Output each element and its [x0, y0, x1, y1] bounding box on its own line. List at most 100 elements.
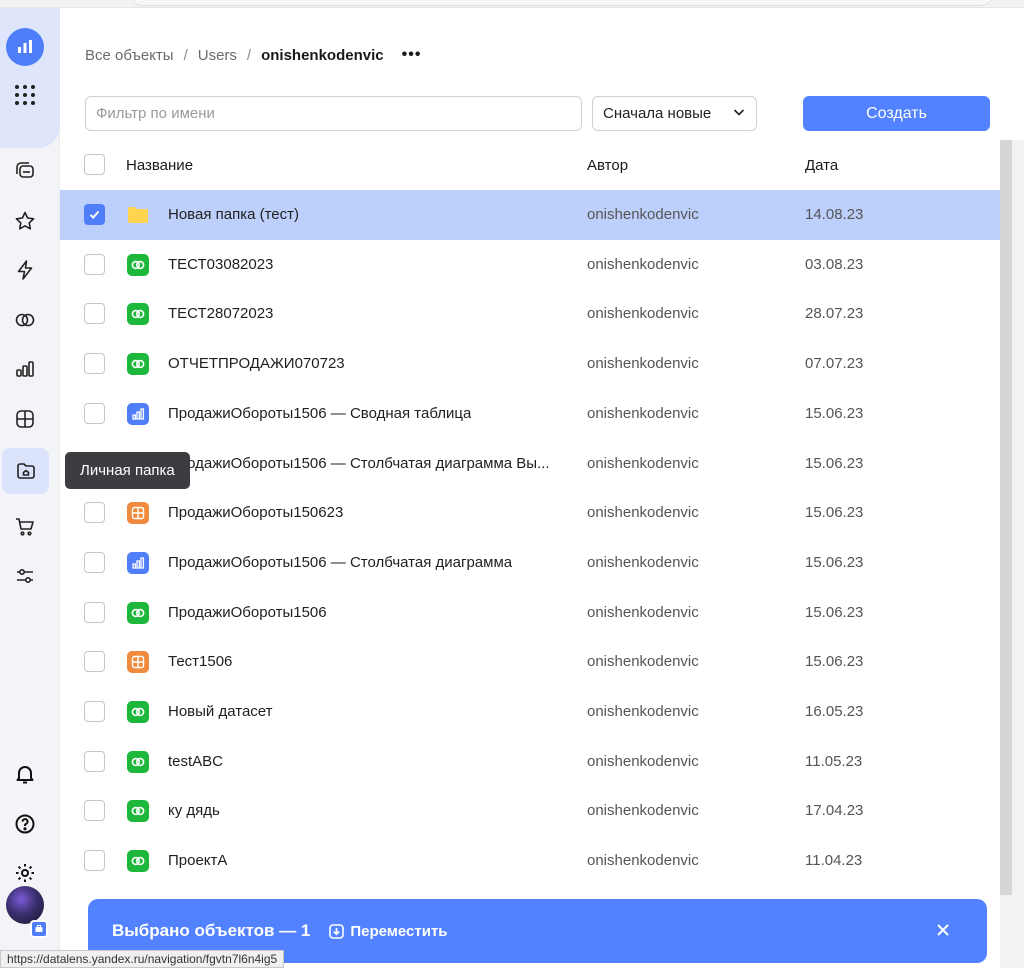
close-icon[interactable]	[935, 918, 951, 944]
table-row[interactable]: ку дядь onishenkodenvic 17.04.23	[60, 786, 1000, 836]
row-name-link[interactable]: ПродажиОбороты1506	[168, 604, 327, 621]
row-checkbox[interactable]	[84, 751, 105, 772]
avatar-badge-icon	[30, 920, 48, 938]
table-row[interactable]: ПродажиОбороты150623 onishenkodenvic 15.06…	[60, 488, 1000, 538]
row-checkbox[interactable]	[84, 602, 105, 623]
column-header-author[interactable]: Автор	[587, 157, 628, 174]
row-checkbox[interactable]	[84, 701, 105, 722]
table-row[interactable]: Тест1506 onishenkodenvic 15.06.23	[60, 637, 1000, 687]
charts-icon[interactable]	[8, 352, 42, 386]
help-icon[interactable]	[8, 807, 42, 841]
settings-sliders-icon[interactable]	[8, 559, 42, 593]
move-button[interactable]: Переместить	[328, 922, 448, 940]
row-checkbox[interactable]	[84, 502, 105, 523]
breadcrumb-separator: /	[183, 46, 188, 64]
row-checkbox[interactable]	[84, 353, 105, 374]
table-row[interactable]: Новая папка (тест) onishenkodenvic 14.08.2…	[60, 190, 1000, 240]
chart-icon	[127, 403, 149, 425]
row-name-link[interactable]: ТЕСТ28072023	[168, 305, 273, 322]
table-row[interactable]: ПродажиОбороты1506 — Столбчатая диаграмм…	[60, 538, 1000, 588]
create-button[interactable]: Создать	[803, 96, 990, 131]
row-name-link[interactable]: ПродажиОбороты1506 — Столбчатая диаграмм…	[168, 554, 512, 571]
dataset-icon	[127, 751, 149, 773]
row-checkbox[interactable]	[84, 552, 105, 573]
row-name-link[interactable]: ПродажиОбороты1506 — Сводная таблица	[168, 405, 471, 422]
more-actions-button[interactable]: •••	[402, 46, 422, 64]
table-row[interactable]: ОТЧЕТПРОДАЖИ070723 onishenkodenvic 07.07.2…	[60, 339, 1000, 389]
table-row[interactable]: ТЕСТ28072023 onishenkodenvic 28.07.23	[60, 289, 1000, 339]
table-row[interactable]: ПродажиОбороты1506 onishenkodenvic 15.06.2…	[60, 588, 1000, 638]
row-name-link[interactable]: Новая папка (тест)	[168, 206, 299, 223]
row-date: 07.07.23	[805, 355, 864, 372]
row-author: onishenkodenvic	[587, 703, 699, 720]
breadcrumb-users-link[interactable]: Users	[198, 47, 237, 64]
status-bar-url: https://datalens.yandex.ru/navigation/fg…	[0, 950, 285, 968]
move-button-label: Переместить	[350, 922, 448, 940]
app-window: Личная папка Все объекты / Users / onish…	[0, 0, 1024, 968]
row-author: onishenkodenvic	[587, 802, 699, 819]
datasets-icon[interactable]	[8, 303, 42, 337]
breadcrumb-root-link[interactable]: Все объекты	[85, 47, 174, 64]
row-author: onishenkodenvic	[587, 753, 699, 770]
sort-select[interactable]: Сначала новые	[592, 96, 757, 131]
row-author: onishenkodenvic	[587, 604, 699, 621]
tooltip-personal-folder: Личная папка	[65, 452, 190, 489]
row-name-link[interactable]: ТЕСТ03082023	[168, 256, 273, 273]
row-checkbox[interactable]	[84, 254, 105, 275]
row-date: 16.05.23	[805, 703, 864, 720]
row-checkbox[interactable]	[84, 651, 105, 672]
chevron-down-icon	[732, 105, 746, 123]
row-name-link[interactable]: ПроектА	[168, 852, 227, 869]
row-name-link[interactable]: testABC	[168, 753, 223, 770]
column-header-date[interactable]: Дата	[805, 157, 838, 174]
select-all-checkbox[interactable]	[84, 154, 105, 175]
dataset-icon	[127, 701, 149, 723]
collections-icon[interactable]	[8, 154, 42, 188]
apps-grid-icon[interactable]	[14, 84, 36, 106]
favorites-icon[interactable]	[8, 204, 42, 238]
avatar[interactable]	[6, 886, 44, 924]
row-checkbox[interactable]	[84, 204, 105, 225]
table-row[interactable]: Новый датасет onishenkodenvic 16.05.23	[60, 687, 1000, 737]
notifications-bell-icon[interactable]	[8, 757, 42, 791]
row-date: 28.07.23	[805, 305, 864, 322]
gear-icon[interactable]	[8, 856, 42, 890]
row-author: onishenkodenvic	[587, 653, 699, 670]
row-checkbox[interactable]	[84, 303, 105, 324]
row-checkbox[interactable]	[84, 850, 105, 871]
datalens-logo-icon[interactable]	[6, 28, 44, 66]
row-date: 11.04.23	[805, 852, 863, 869]
row-date: 17.04.23	[805, 802, 864, 819]
row-date: 15.06.23	[805, 504, 864, 521]
dashboards-icon[interactable]	[8, 402, 42, 436]
column-header-name[interactable]: Название	[126, 157, 193, 174]
chart-icon	[127, 552, 149, 574]
table-row[interactable]: testABC onishenkodenvic 11.05.23	[60, 737, 1000, 787]
row-date: 15.06.23	[805, 455, 864, 472]
lightning-icon[interactable]	[8, 253, 42, 287]
row-name-link[interactable]: Тест1506	[168, 653, 232, 670]
scrollbar-thumb[interactable]	[1000, 140, 1012, 895]
table-row[interactable]: ПродажиОбороты1506 — Столбчатая диаграмм…	[60, 439, 1000, 489]
dataset-icon	[127, 850, 149, 872]
personal-folder-icon[interactable]	[2, 448, 49, 494]
row-name-link[interactable]: ПродажиОбороты1506 — Столбчатая диаграмм…	[168, 455, 550, 472]
row-checkbox[interactable]	[84, 403, 105, 424]
row-name-link[interactable]: ПродажиОбороты150623	[168, 504, 343, 521]
folder-icon	[127, 204, 149, 226]
row-name-link[interactable]: ку дядь	[168, 802, 220, 819]
row-name-link[interactable]: Новый датасет	[168, 703, 273, 720]
table-row[interactable]: ТЕСТ03082023 onishenkodenvic 03.08.23	[60, 240, 1000, 290]
marketplace-cart-icon[interactable]	[8, 510, 42, 544]
row-author: onishenkodenvic	[587, 355, 699, 372]
dataset-icon	[127, 353, 149, 375]
breadcrumb: Все объекты / Users / onishenkodenvic ••…	[85, 46, 421, 64]
row-date: 15.06.23	[805, 653, 864, 670]
browser-top-strip	[0, 0, 1024, 8]
row-checkbox[interactable]	[84, 800, 105, 821]
filter-by-name-input[interactable]	[85, 96, 582, 131]
table-row[interactable]: ПроектА onishenkodenvic 11.04.23	[60, 836, 1000, 886]
row-date: 15.06.23	[805, 554, 864, 571]
table-row[interactable]: ПродажиОбороты1506 — Сводная таблица onis…	[60, 389, 1000, 439]
row-name-link[interactable]: ОТЧЕТПРОДАЖИ070723	[168, 355, 345, 372]
